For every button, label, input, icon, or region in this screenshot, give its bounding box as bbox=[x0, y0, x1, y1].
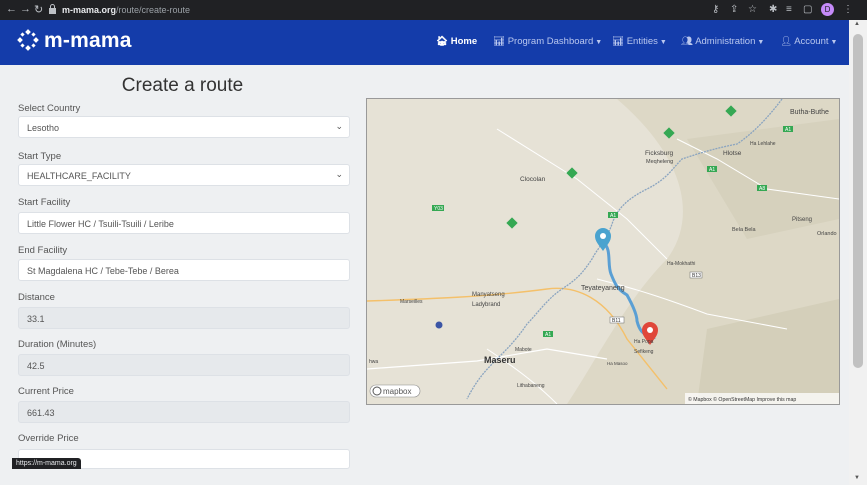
place-label: Manyatseng bbox=[472, 292, 505, 298]
place-label: Butha-Buthe bbox=[790, 109, 829, 116]
place-label: Sefikeng bbox=[634, 349, 654, 355]
svg-text:A1: A1 bbox=[610, 213, 616, 219]
place-label: Ha Masoo bbox=[607, 361, 628, 366]
start-facility-input[interactable]: Little Flower HC / Tsuili-Tsuili / Lerib… bbox=[18, 212, 350, 234]
scroll-down-icon[interactable]: ▼ bbox=[854, 475, 860, 481]
profile-avatar[interactable]: D bbox=[821, 3, 834, 16]
address-bar[interactable]: m-mama.org/route/create-route bbox=[62, 5, 190, 15]
end-facility-label: End Facility bbox=[18, 245, 68, 256]
svg-text:A8: A8 bbox=[759, 186, 765, 192]
place-label: Pitseng bbox=[792, 217, 812, 223]
place-label: Marseilles bbox=[400, 299, 423, 305]
place-label: Mabote bbox=[515, 347, 532, 353]
app-navbar: m-mama 🏠︎ Home 📊︎ Program Dashboard ▼ 📊︎ … bbox=[0, 20, 849, 65]
star-icon[interactable]: ☆ bbox=[748, 4, 757, 15]
override-price-label: Override Price bbox=[18, 433, 79, 444]
nav-entities[interactable]: 📊︎ Entities ▼ bbox=[612, 36, 667, 47]
forward-icon[interactable]: → bbox=[20, 3, 31, 15]
distance-label: Distance bbox=[18, 292, 55, 303]
place-label: Lithabaneng bbox=[517, 383, 545, 389]
start-type-label: Start Type bbox=[18, 151, 62, 162]
current-price-field: 661.43 bbox=[18, 401, 350, 423]
place-label: Hlotse bbox=[723, 150, 742, 157]
place-label: Ha Popa bbox=[634, 339, 654, 345]
chevron-down-icon: ⌄ bbox=[335, 121, 343, 131]
back-icon[interactable]: ← bbox=[6, 3, 17, 15]
browser-toolbar: ← → ↻ m-mama.org/route/create-route ⚷ ⇪ … bbox=[0, 0, 867, 20]
nav-administration[interactable]: 👥︎ Administration ▼ bbox=[681, 36, 764, 47]
page-title: Create a route bbox=[121, 75, 244, 96]
duration-label: Duration (Minutes) bbox=[18, 339, 97, 350]
place-label: Ha-Mokhathi bbox=[667, 261, 695, 267]
place-label: Maseru bbox=[484, 355, 516, 365]
link-status-bar: https://m-mama.org bbox=[12, 458, 81, 469]
place-label: Orlando bbox=[817, 231, 837, 237]
place-label: Clocolan bbox=[520, 176, 546, 183]
svg-text:A1: A1 bbox=[785, 127, 791, 133]
nav-program-dashboard[interactable]: 📊︎ Program Dashboard ▼ bbox=[493, 36, 602, 47]
extensions-icon[interactable]: ✱ bbox=[769, 4, 777, 15]
brand-name: m-mama bbox=[44, 29, 132, 52]
chart-icon: 📊︎ bbox=[493, 36, 508, 47]
window-icon[interactable]: ▢ bbox=[803, 4, 812, 15]
start-type-select[interactable]: HEALTHCARE_FACILITY ⌄ bbox=[18, 164, 350, 186]
key-icon[interactable]: ⚷ bbox=[712, 4, 719, 15]
place-label: Ficksburg bbox=[645, 150, 674, 157]
reading-list-icon[interactable]: ≡ bbox=[786, 4, 792, 15]
lock-icon bbox=[49, 4, 56, 14]
svg-text:B11: B11 bbox=[612, 318, 621, 324]
place-label: Teyateyaneng bbox=[581, 285, 625, 292]
svg-text:Y03: Y03 bbox=[434, 206, 443, 212]
scrollbar-thumb[interactable] bbox=[853, 34, 863, 368]
svg-text:B13: B13 bbox=[692, 273, 701, 279]
user-icon: 👤︎ bbox=[780, 36, 795, 47]
scroll-up-icon[interactable]: ▲ bbox=[854, 21, 860, 27]
reload-icon[interactable]: ↻ bbox=[34, 3, 43, 16]
country-label: Select Country bbox=[18, 103, 81, 114]
users-icon: 👥︎ bbox=[681, 36, 696, 47]
place-label: Bela Bela bbox=[732, 227, 756, 233]
m-mama-logo-icon bbox=[17, 29, 39, 51]
nav-account[interactable]: 👤︎ Account ▼ bbox=[780, 36, 837, 47]
chart-icon: 📊︎ bbox=[612, 36, 627, 47]
svg-text:mapbox: mapbox bbox=[383, 387, 411, 396]
svg-text:A1: A1 bbox=[545, 332, 551, 338]
route-map[interactable]: A1 A1 A8 Y03 A1 A1 B13 B11 Butha-Buthe H… bbox=[366, 98, 840, 405]
nav-home[interactable]: 🏠︎ Home bbox=[436, 36, 477, 47]
chevron-down-icon: ⌄ bbox=[335, 169, 343, 179]
home-icon: 🏠︎ bbox=[436, 36, 451, 47]
brand-logo[interactable]: m-mama bbox=[17, 29, 132, 53]
mapbox-logo[interactable]: mapbox bbox=[369, 384, 421, 398]
place-label: Ha Lehlahe bbox=[750, 141, 776, 147]
place-label: Ladybrand bbox=[472, 302, 500, 308]
create-route-page: Create a route Select Country Lesotho ⌄ S… bbox=[0, 65, 849, 485]
svg-text:A1: A1 bbox=[709, 167, 715, 173]
end-facility-input[interactable]: St Magdalena HC / Tebe-Tebe / Berea bbox=[18, 259, 350, 281]
place-label: Meqheleng bbox=[646, 159, 673, 165]
current-price-label: Current Price bbox=[18, 386, 74, 397]
share-icon[interactable]: ⇪ bbox=[730, 4, 738, 15]
start-facility-label: Start Facility bbox=[18, 197, 71, 208]
place-label: hwa bbox=[369, 359, 378, 365]
menu-icon[interactable]: ⋮ bbox=[843, 4, 853, 15]
country-select[interactable]: Lesotho ⌄ bbox=[18, 116, 350, 138]
duration-field: 42.5 bbox=[18, 354, 350, 376]
distance-field: 33.1 bbox=[18, 307, 350, 329]
map-attribution[interactable]: © Mapbox © OpenStreetMap Improve this ma… bbox=[688, 396, 796, 403]
page-scrollbar[interactable]: ▲ ▼ bbox=[849, 20, 867, 485]
